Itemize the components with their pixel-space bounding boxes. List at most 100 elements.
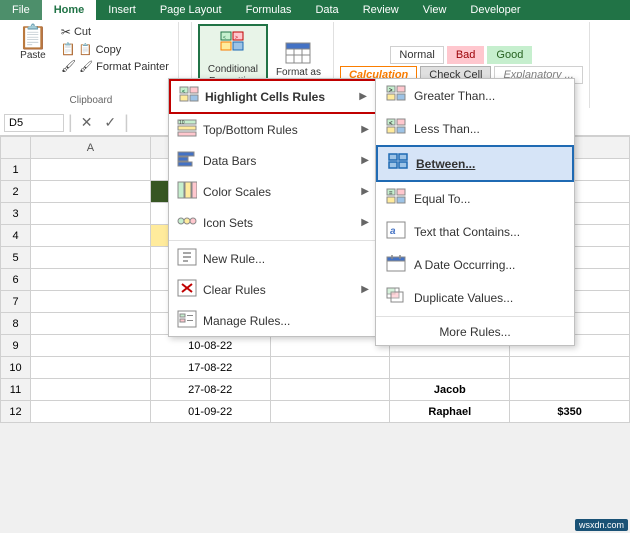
- cf-menu-colorscales[interactable]: Color Scales ▶: [169, 176, 377, 207]
- topbottom-icon: 10: [177, 119, 197, 140]
- cell-b9[interactable]: 10-08-22: [150, 335, 270, 357]
- submenu-text-contains[interactable]: a Text that Contains...: [376, 215, 574, 248]
- cell-b12[interactable]: 01-09-22: [150, 401, 270, 423]
- cell-a4[interactable]: [31, 225, 151, 247]
- cell-e11[interactable]: [510, 379, 630, 401]
- cf-menu-topbottom[interactable]: 10 Top/Bottom Rules ▶: [169, 114, 377, 145]
- row-num-4: 4: [1, 225, 31, 247]
- svg-text:a: a: [390, 226, 396, 237]
- date-occurring-icon: [386, 254, 406, 275]
- tab-formulas[interactable]: Formulas: [234, 0, 304, 20]
- row-num-1: 1: [1, 159, 31, 181]
- cell-a12[interactable]: [31, 401, 151, 423]
- cell-a7[interactable]: [31, 291, 151, 313]
- tab-page-layout[interactable]: Page Layout: [148, 0, 234, 20]
- cell-a1[interactable]: [31, 159, 151, 181]
- clearrules-arrow: ▶: [361, 284, 369, 295]
- cell-d11[interactable]: Jacob: [390, 379, 510, 401]
- between-icon: [388, 153, 408, 174]
- cell-b11[interactable]: 27-08-22: [150, 379, 270, 401]
- tab-developer[interactable]: Developer: [458, 0, 532, 20]
- submenu-equal-to[interactable]: = Equal To...: [376, 182, 574, 215]
- highlight-cells-icon: <: [179, 86, 199, 107]
- tab-view[interactable]: View: [411, 0, 459, 20]
- row-num-5: 5: [1, 247, 31, 269]
- cf-menu-newrule[interactable]: New Rule...: [169, 243, 377, 274]
- cut-button[interactable]: ✂ Cut: [58, 24, 172, 40]
- cf-menu-highlight-cells[interactable]: < Highlight Cells Rules ▶: [169, 79, 377, 114]
- copy-label: 📋 Copy: [79, 43, 121, 56]
- cell-c10[interactable]: [270, 357, 390, 379]
- cf-menu-clearrules[interactable]: Clear Rules ▶: [169, 274, 377, 305]
- table-row: 11 27-08-22 Jacob: [1, 379, 630, 401]
- table-row: 12 01-09-22 Raphael $350: [1, 401, 630, 423]
- cell-a11[interactable]: [31, 379, 151, 401]
- paste-button[interactable]: 📋 Paste: [10, 24, 56, 74]
- cell-c9[interactable]: [270, 335, 390, 357]
- greater-than-icon: >: [386, 85, 406, 106]
- tab-data[interactable]: Data: [303, 0, 350, 20]
- text-contains-label: Text that Contains...: [414, 225, 520, 239]
- formula-cancel-button[interactable]: ✕: [77, 114, 97, 131]
- name-box[interactable]: [4, 114, 64, 132]
- style-bad[interactable]: Bad: [447, 46, 485, 64]
- databars-icon: [177, 150, 197, 171]
- cell-b10[interactable]: 17-08-22: [150, 357, 270, 379]
- sub-menu-sep1: [376, 316, 574, 317]
- cell-a3[interactable]: [31, 203, 151, 225]
- cut-label: Cut: [74, 26, 91, 38]
- submenu-between[interactable]: Between...: [376, 145, 574, 182]
- copy-button[interactable]: 📋 📋 Copy: [58, 41, 172, 57]
- style-good[interactable]: Good: [487, 46, 532, 64]
- cell-a6[interactable]: [31, 269, 151, 291]
- colorscales-label: Color Scales: [203, 185, 271, 199]
- submenu-duplicate-values[interactable]: Duplicate Values...: [376, 281, 574, 314]
- duplicate-values-label: Duplicate Values...: [414, 291, 513, 305]
- tab-file[interactable]: File: [0, 0, 42, 20]
- submenu-more-rules[interactable]: More Rules...: [376, 319, 574, 345]
- submenu-less-than[interactable]: < Less Than...: [376, 112, 574, 145]
- between-label: Between...: [416, 157, 475, 171]
- row-num-8: 8: [1, 313, 31, 335]
- svg-text:>: >: [235, 35, 238, 41]
- colorscales-arrow: ▶: [361, 186, 369, 197]
- cf-dropdown-menu: < Highlight Cells Rules ▶ 10 Top/Bottom …: [168, 78, 378, 337]
- col-header-a[interactable]: A: [31, 137, 151, 159]
- highlight-cells-arrow: ▶: [359, 91, 367, 102]
- colorscales-icon: [177, 181, 197, 202]
- iconsets-icon: [177, 212, 197, 233]
- newrule-label: New Rule...: [203, 252, 265, 266]
- tab-review[interactable]: Review: [351, 0, 411, 20]
- cell-a9[interactable]: [31, 335, 151, 357]
- submenu-date-occurring[interactable]: A Date Occurring...: [376, 248, 574, 281]
- clipboard-group-content: 📋 Paste ✂ Cut 📋 📋 Copy 🖌: [10, 24, 172, 93]
- less-than-icon: <: [386, 118, 406, 139]
- tab-insert[interactable]: Insert: [96, 0, 148, 20]
- cell-d12[interactable]: Raphael: [390, 401, 510, 423]
- date-occurring-label: A Date Occurring...: [414, 258, 515, 272]
- formula-confirm-button[interactable]: ✓: [100, 114, 120, 131]
- style-normal[interactable]: Normal: [390, 46, 443, 64]
- highlight-cells-left: < Highlight Cells Rules: [179, 86, 325, 107]
- cell-a8[interactable]: [31, 313, 151, 335]
- cell-d10[interactable]: [390, 357, 510, 379]
- cell-e10[interactable]: [510, 357, 630, 379]
- cell-e12[interactable]: $350: [510, 401, 630, 423]
- cell-a10[interactable]: [31, 357, 151, 379]
- cell-a2[interactable]: [31, 181, 151, 203]
- managerules-label: Manage Rules...: [203, 314, 290, 328]
- format-painter-button[interactable]: 🖌 🖌 Format Painter: [58, 58, 172, 74]
- formula-bar-separator2: |: [124, 112, 129, 133]
- cell-c11[interactable]: [270, 379, 390, 401]
- topbottom-arrow: ▶: [361, 124, 369, 135]
- databars-arrow: ▶: [361, 155, 369, 166]
- tab-home[interactable]: Home: [42, 0, 97, 20]
- cell-a5[interactable]: [31, 247, 151, 269]
- cf-menu-managerules[interactable]: Manage Rules...: [169, 305, 377, 336]
- cf-menu-databars[interactable]: Data Bars ▶: [169, 145, 377, 176]
- cf-menu-iconsets[interactable]: Icon Sets ▶: [169, 207, 377, 238]
- row-num-10: 10: [1, 357, 31, 379]
- duplicate-values-icon: [386, 287, 406, 308]
- submenu-greater-than[interactable]: > Greater Than...: [376, 79, 574, 112]
- cell-c12[interactable]: [270, 401, 390, 423]
